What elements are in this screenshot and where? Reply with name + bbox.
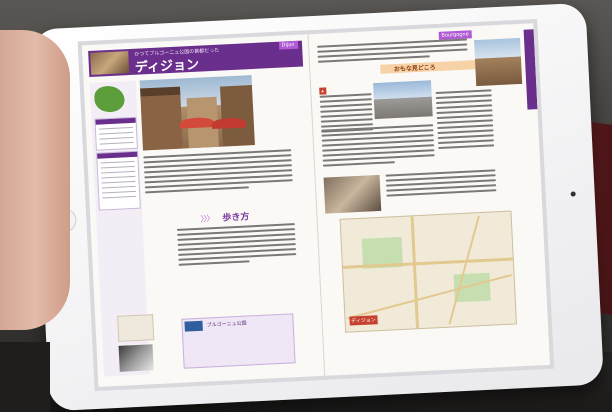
right-page: Bourgogne おもな見どころ ★ ディジョン xyxy=(308,23,550,376)
sights-text-2 xyxy=(320,124,435,169)
history-tag xyxy=(184,320,203,332)
history-title: ブルゴーニュ公国 xyxy=(206,320,247,329)
intro-text xyxy=(143,149,293,196)
access-box xyxy=(94,116,138,151)
sight-label: ★ xyxy=(318,87,327,95)
region-tag: Dijon xyxy=(278,40,298,50)
hand xyxy=(0,30,70,330)
main-photo xyxy=(139,75,255,151)
sleeve xyxy=(0,342,50,412)
tablet-screen[interactable]: かつてブルゴーニュ公国の首都だった ディジョン Dijon 〉〉〉 歩き方 ブル… xyxy=(77,19,555,392)
history-box: ブルゴーニュ公国 xyxy=(181,313,296,369)
header-thumbnail xyxy=(90,51,130,75)
side-tab xyxy=(523,29,538,110)
side-illustration xyxy=(117,314,155,342)
city-map: ディジョン xyxy=(339,210,517,333)
map-label: ディジョン xyxy=(348,315,378,326)
info-box xyxy=(96,150,141,211)
info-text xyxy=(435,89,494,152)
guidebook-spread: かつてブルゴーニュ公国の首都だった ディジョン Dijon 〉〉〉 歩き方 ブル… xyxy=(81,23,550,387)
street-photo xyxy=(474,37,523,87)
section-heading-walk: 歩き方 xyxy=(222,212,250,224)
section-arrows: 〉〉〉 xyxy=(200,214,214,224)
recommend-heading: おもな見どころ xyxy=(393,64,436,74)
camera-lens-icon xyxy=(570,191,576,197)
tablet-device: かつてブルゴーニュ公国の首都だった ディジョン Dijon 〉〉〉 歩き方 ブル… xyxy=(31,2,604,412)
aerial-photo xyxy=(323,174,381,214)
left-page: かつてブルゴーニュ公国の首都だった ディジョン Dijon 〉〉〉 歩き方 ブル… xyxy=(81,34,325,387)
page-title: ディジョン xyxy=(134,57,200,76)
walk-text xyxy=(176,223,297,269)
museum-text xyxy=(385,169,496,199)
palace-photo xyxy=(372,80,433,120)
photo-scene: かつてブルゴーニュ公国の首都だった ディジョン Dijon 〉〉〉 歩き方 ブル… xyxy=(0,0,612,412)
side-photo xyxy=(118,344,154,372)
